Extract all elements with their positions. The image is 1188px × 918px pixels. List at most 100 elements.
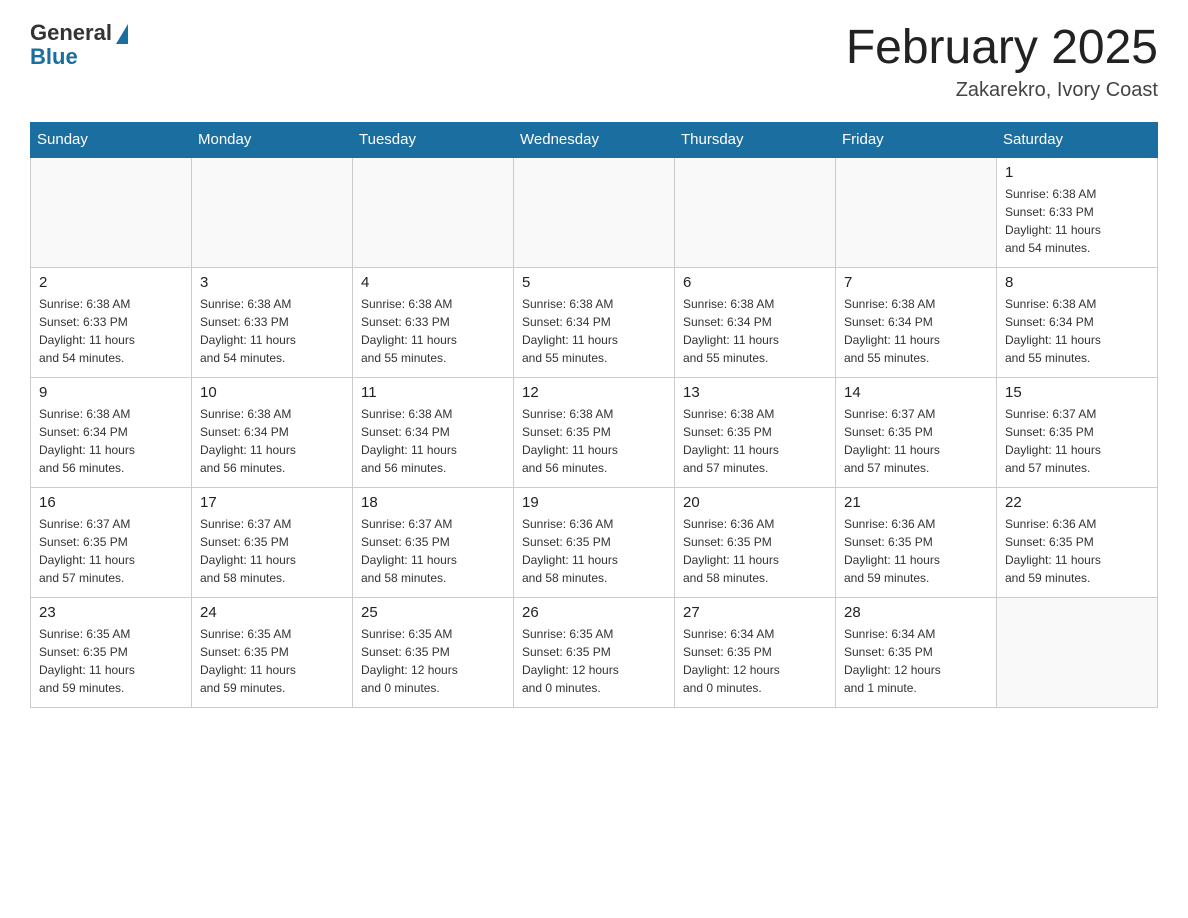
day-number: 5: [522, 274, 666, 291]
day-number: 13: [683, 384, 827, 401]
day-info: Sunrise: 6:36 AM Sunset: 6:35 PM Dayligh…: [1005, 515, 1149, 587]
day-number: 21: [844, 494, 988, 511]
day-number: 12: [522, 384, 666, 401]
calendar-day-cell: 9 Sunrise: 6:38 AM Sunset: 6:34 PM Daylig…: [31, 377, 192, 487]
day-number: 1: [1005, 164, 1149, 181]
day-number: 14: [844, 384, 988, 401]
day-number: 20: [683, 494, 827, 511]
calendar-day-cell: 17 Sunrise: 6:37 AM Sunset: 6:35 PM Dayli…: [192, 487, 353, 597]
day-number: 8: [1005, 274, 1149, 291]
logo-triangle-icon: [116, 24, 128, 44]
calendar-day-cell: 19Sunrise: 6:36 AM Sunset: 6:35 PM Dayli…: [514, 487, 675, 597]
calendar-day-cell: 27 Sunrise: 6:34 AM Sunset: 6:35 PM Dayli…: [675, 597, 836, 707]
day-info: Sunrise: 6:34 AM Sunset: 6:35 PM Dayligh…: [844, 625, 988, 697]
calendar-day-cell: [353, 157, 514, 267]
calendar-day-cell: 7 Sunrise: 6:38 AM Sunset: 6:34 PM Daylig…: [836, 267, 997, 377]
day-info: Sunrise: 6:38 AM Sunset: 6:33 PM Dayligh…: [1005, 185, 1149, 257]
day-info: Sunrise: 6:38 AM Sunset: 6:35 PM Dayligh…: [683, 405, 827, 477]
calendar-day-cell: [31, 157, 192, 267]
day-number: 24: [200, 604, 344, 621]
calendar-day-cell: 21 Sunrise: 6:36 AM Sunset: 6:35 PM Dayli…: [836, 487, 997, 597]
weekday-header-saturday: Saturday: [997, 123, 1158, 158]
day-number: 6: [683, 274, 827, 291]
day-info: Sunrise: 6:37 AM Sunset: 6:35 PM Dayligh…: [844, 405, 988, 477]
weekday-header-friday: Friday: [836, 123, 997, 158]
calendar-day-cell: 3 Sunrise: 6:38 AM Sunset: 6:33 PM Daylig…: [192, 267, 353, 377]
day-number: 17: [200, 494, 344, 511]
day-info: Sunrise: 6:38 AM Sunset: 6:34 PM Dayligh…: [1005, 295, 1149, 367]
calendar-day-cell: [675, 157, 836, 267]
title-section: February 2025 Zakarekro, Ivory Coast: [846, 20, 1158, 102]
calendar-day-cell: 5 Sunrise: 6:38 AM Sunset: 6:34 PM Daylig…: [514, 267, 675, 377]
day-number: 23: [39, 604, 183, 621]
calendar-day-cell: 1 Sunrise: 6:38 AM Sunset: 6:33 PM Daylig…: [997, 157, 1158, 267]
logo-general-text: General: [30, 20, 112, 46]
calendar-day-cell: 6 Sunrise: 6:38 AM Sunset: 6:34 PM Daylig…: [675, 267, 836, 377]
day-info: Sunrise: 6:38 AM Sunset: 6:33 PM Dayligh…: [361, 295, 505, 367]
calendar-day-cell: 16 Sunrise: 6:37 AM Sunset: 6:35 PM Dayli…: [31, 487, 192, 597]
calendar-week-row: 16 Sunrise: 6:37 AM Sunset: 6:35 PM Dayli…: [31, 487, 1158, 597]
day-info: Sunrise: 6:37 AM Sunset: 6:35 PM Dayligh…: [200, 515, 344, 587]
day-info: Sunrise: 6:38 AM Sunset: 6:34 PM Dayligh…: [522, 295, 666, 367]
day-info: Sunrise: 6:38 AM Sunset: 6:34 PM Dayligh…: [200, 405, 344, 477]
day-number: 11: [361, 384, 505, 401]
calendar-day-cell: 4Sunrise: 6:38 AM Sunset: 6:33 PM Daylig…: [353, 267, 514, 377]
month-title: February 2025: [846, 20, 1158, 75]
day-number: 22: [1005, 494, 1149, 511]
calendar-day-cell: 26 Sunrise: 6:35 AM Sunset: 6:35 PM Dayli…: [514, 597, 675, 707]
day-number: 27: [683, 604, 827, 621]
day-info: Sunrise: 6:35 AM Sunset: 6:35 PM Dayligh…: [39, 625, 183, 697]
calendar-day-cell: 8 Sunrise: 6:38 AM Sunset: 6:34 PM Daylig…: [997, 267, 1158, 377]
day-info: Sunrise: 6:38 AM Sunset: 6:33 PM Dayligh…: [39, 295, 183, 367]
calendar-table: SundayMondayTuesdayWednesdayThursdayFrid…: [30, 122, 1158, 708]
day-number: 7: [844, 274, 988, 291]
day-info: Sunrise: 6:37 AM Sunset: 6:35 PM Dayligh…: [1005, 405, 1149, 477]
day-number: 16: [39, 494, 183, 511]
day-number: 10: [200, 384, 344, 401]
calendar-day-cell: 22 Sunrise: 6:36 AM Sunset: 6:35 PM Dayli…: [997, 487, 1158, 597]
day-number: 9: [39, 384, 183, 401]
weekday-header-monday: Monday: [192, 123, 353, 158]
calendar-day-cell: 13 Sunrise: 6:38 AM Sunset: 6:35 PM Dayli…: [675, 377, 836, 487]
calendar-day-cell: 25 Sunrise: 6:35 AM Sunset: 6:35 PM Dayli…: [353, 597, 514, 707]
day-number: 25: [361, 604, 505, 621]
day-number: 18: [361, 494, 505, 511]
day-number: 28: [844, 604, 988, 621]
calendar-body: 1 Sunrise: 6:38 AM Sunset: 6:33 PM Daylig…: [31, 157, 1158, 707]
calendar-day-cell: 10 Sunrise: 6:38 AM Sunset: 6:34 PM Dayli…: [192, 377, 353, 487]
calendar-day-cell: [997, 597, 1158, 707]
page-header: General Blue February 2025 Zakarekro, Iv…: [30, 20, 1158, 102]
day-info: Sunrise: 6:35 AM Sunset: 6:35 PM Dayligh…: [361, 625, 505, 697]
location-subtitle: Zakarekro, Ivory Coast: [846, 79, 1158, 102]
day-info: Sunrise: 6:36 AM Sunset: 6:35 PM Dayligh…: [683, 515, 827, 587]
calendar-day-cell: 12 Sunrise: 6:38 AM Sunset: 6:35 PM Dayli…: [514, 377, 675, 487]
calendar-day-cell: 14 Sunrise: 6:37 AM Sunset: 6:35 PM Dayli…: [836, 377, 997, 487]
day-info: Sunrise: 6:38 AM Sunset: 6:34 PM Dayligh…: [844, 295, 988, 367]
calendar-week-row: 1 Sunrise: 6:38 AM Sunset: 6:33 PM Daylig…: [31, 157, 1158, 267]
weekday-header-tuesday: Tuesday: [353, 123, 514, 158]
day-info: Sunrise: 6:38 AM Sunset: 6:35 PM Dayligh…: [522, 405, 666, 477]
day-info: Sunrise: 6:38 AM Sunset: 6:34 PM Dayligh…: [683, 295, 827, 367]
day-info: Sunrise: 6:35 AM Sunset: 6:35 PM Dayligh…: [522, 625, 666, 697]
logo: General Blue: [30, 20, 128, 70]
calendar-day-cell: 11 Sunrise: 6:38 AM Sunset: 6:34 PM Dayli…: [353, 377, 514, 487]
calendar-header: SundayMondayTuesdayWednesdayThursdayFrid…: [31, 123, 1158, 158]
calendar-week-row: 9 Sunrise: 6:38 AM Sunset: 6:34 PM Daylig…: [31, 377, 1158, 487]
day-info: Sunrise: 6:38 AM Sunset: 6:34 PM Dayligh…: [39, 405, 183, 477]
day-info: Sunrise: 6:34 AM Sunset: 6:35 PM Dayligh…: [683, 625, 827, 697]
calendar-day-cell: [514, 157, 675, 267]
calendar-day-cell: 15 Sunrise: 6:37 AM Sunset: 6:35 PM Dayli…: [997, 377, 1158, 487]
day-number: 26: [522, 604, 666, 621]
day-number: 3: [200, 274, 344, 291]
calendar-day-cell: [192, 157, 353, 267]
calendar-week-row: 2 Sunrise: 6:38 AM Sunset: 6:33 PM Daylig…: [31, 267, 1158, 377]
day-number: 2: [39, 274, 183, 291]
calendar-day-cell: 2 Sunrise: 6:38 AM Sunset: 6:33 PM Daylig…: [31, 267, 192, 377]
day-info: Sunrise: 6:38 AM Sunset: 6:34 PM Dayligh…: [361, 405, 505, 477]
day-info: Sunrise: 6:38 AM Sunset: 6:33 PM Dayligh…: [200, 295, 344, 367]
calendar-day-cell: 18Sunrise: 6:37 AM Sunset: 6:35 PM Dayli…: [353, 487, 514, 597]
day-info: Sunrise: 6:36 AM Sunset: 6:35 PM Dayligh…: [844, 515, 988, 587]
day-number: 15: [1005, 384, 1149, 401]
day-info: Sunrise: 6:37 AM Sunset: 6:35 PM Dayligh…: [39, 515, 183, 587]
calendar-week-row: 23 Sunrise: 6:35 AM Sunset: 6:35 PM Dayli…: [31, 597, 1158, 707]
